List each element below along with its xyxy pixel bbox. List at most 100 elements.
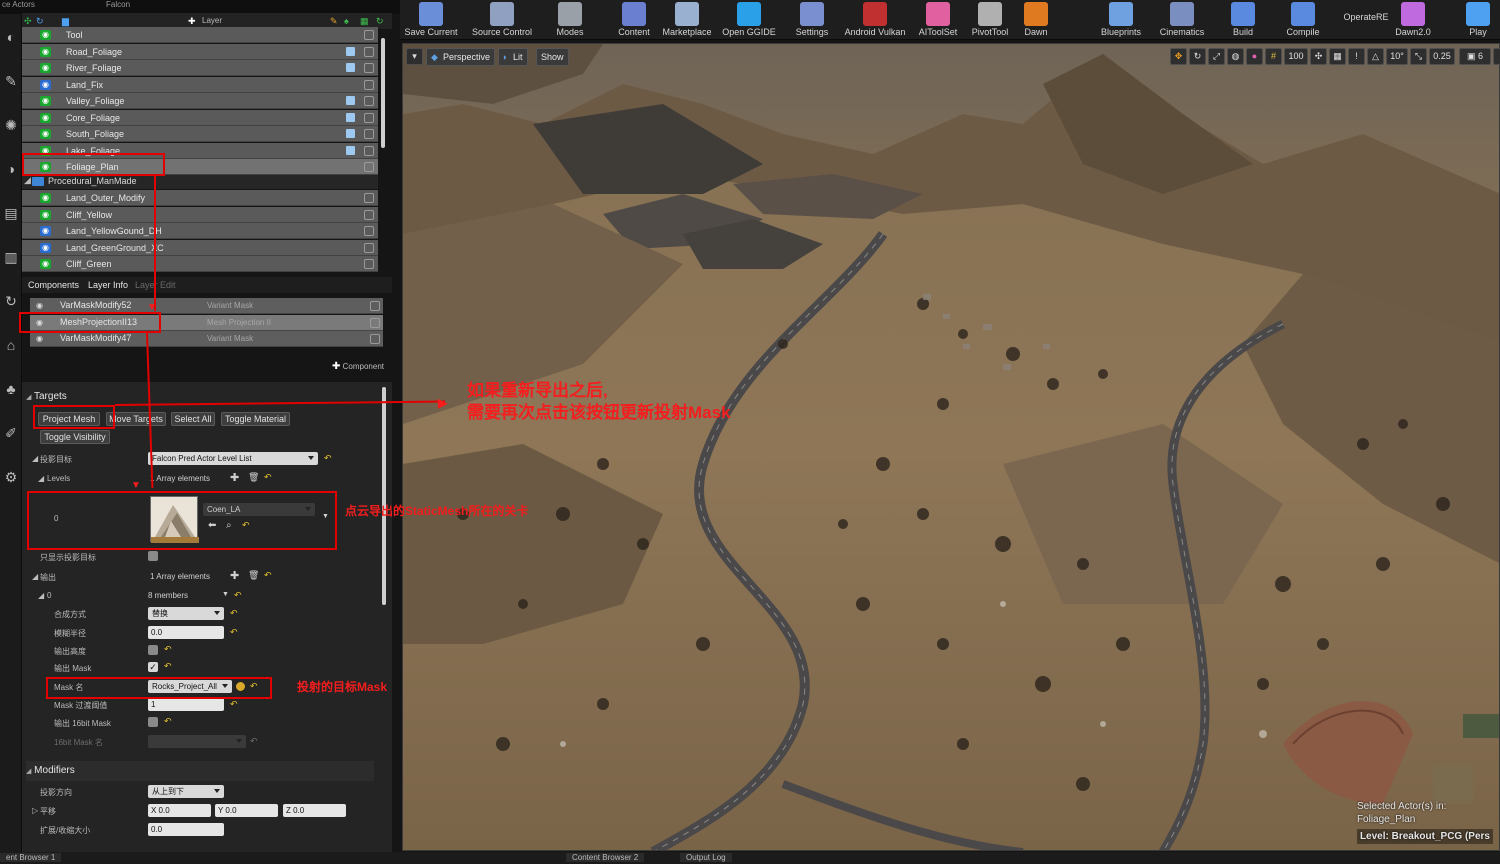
collapse-arrow-icon[interactable]: ◢ — [24, 175, 31, 186]
lit-button[interactable]: ◗ Lit — [498, 48, 528, 66]
brush-icon[interactable]: ✎ — [330, 15, 338, 27]
layer-checkbox[interactable] — [364, 96, 374, 106]
mask-color-icon[interactable] — [235, 681, 246, 692]
layer-checkbox[interactable] — [364, 193, 374, 203]
eye-icon[interactable]: ◉ — [36, 318, 48, 327]
layer-row[interactable]: ◉ Land_Fix — [22, 76, 378, 93]
toolbar-dawn2-0-button[interactable]: Dawn2.0 — [1390, 0, 1436, 40]
perspective-button[interactable]: ◆ Perspective — [426, 48, 496, 66]
eye-icon[interactable]: ◉ — [40, 259, 51, 269]
select-all-button[interactable]: Select All — [171, 412, 215, 426]
eye-icon[interactable]: ◉ — [40, 46, 51, 57]
gear-mode-icon[interactable]: ⚙ — [2, 468, 20, 486]
reset-icon[interactable]: ↶ — [264, 472, 272, 483]
toolbar-marketplace-button[interactable]: Marketplace — [658, 0, 716, 40]
layer-checkbox[interactable] — [364, 226, 374, 236]
show-button[interactable]: Show — [536, 48, 569, 66]
eye-icon[interactable]: ◉ — [40, 30, 51, 40]
add-element-icon[interactable]: ✚ — [230, 569, 239, 582]
reset-icon[interactable]: ↶ — [234, 590, 242, 601]
layer-group-row[interactable]: ◢ Procedural_ManMade — [22, 175, 378, 189]
browse-icon[interactable]: ⌕ — [226, 520, 232, 531]
lock-icon[interactable] — [346, 112, 355, 122]
tab-layer-edit[interactable]: Layer Edit — [135, 280, 176, 290]
translate-x-input[interactable]: X 0.0 — [148, 804, 211, 817]
scale-snap-icon[interactable]: ⤡ — [1410, 48, 1427, 65]
modifiers-section-header[interactable]: ◢ Modifiers — [26, 765, 374, 779]
projection-direction-dropdown[interactable]: 从上到下 — [148, 785, 224, 798]
layer-row[interactable]: ◉ Valley_Foliage — [22, 93, 378, 109]
details-scrollbar[interactable] — [382, 387, 386, 605]
toolbar-blueprints-button[interactable]: Blueprints — [1092, 0, 1150, 40]
layer-checkbox[interactable] — [364, 209, 374, 220]
add-layer-button[interactable]: Layer — [202, 15, 222, 27]
component-checkbox[interactable] — [370, 301, 380, 311]
building-mode-icon[interactable]: ⌂ — [2, 336, 20, 354]
toolbar-dawn-button[interactable]: Dawn — [1016, 0, 1056, 40]
output-height-checkbox[interactable] — [148, 645, 158, 655]
foliage-mode-icon[interactable]: ◑ — [2, 160, 20, 178]
layer-checkbox[interactable] — [364, 242, 374, 253]
reset-icon[interactable]: ↶ — [164, 661, 172, 672]
eye-icon[interactable]: ◉ — [40, 129, 51, 139]
layer-row[interactable]: ◉ Foliage_Plan — [22, 159, 378, 175]
layer-checkbox[interactable] — [364, 46, 374, 57]
refresh-mode-icon[interactable]: ↻ — [2, 292, 20, 310]
grid-snap-value[interactable]: 100 — [1284, 48, 1308, 65]
reset-icon[interactable]: ↶ — [230, 627, 238, 638]
toolbar-cinematics-button[interactable]: Cinematics — [1152, 0, 1212, 40]
rotation-snap-value[interactable]: 10° — [1386, 48, 1408, 65]
toolbar-source-control-button[interactable]: Source Control — [464, 0, 540, 40]
component-row[interactable]: ◉ VarMaskModify52 Variant Mask — [30, 298, 383, 314]
toolbar-play-button[interactable]: Play — [1458, 0, 1498, 40]
layer-row[interactable]: ◉ Road_Foliage — [22, 43, 378, 60]
project-mesh-button[interactable]: Project Mesh — [38, 412, 100, 426]
dropdown-arrow-icon[interactable]: ▼ — [222, 591, 229, 598]
eye-icon[interactable]: ◉ — [40, 96, 51, 106]
lock-icon[interactable] — [346, 129, 355, 138]
eye-icon[interactable]: ◉ — [40, 63, 51, 73]
layer-row[interactable]: ◉ Core_Foliage — [22, 109, 378, 126]
toggle-visibility-button[interactable]: Toggle Visibility — [40, 430, 110, 444]
landscape-mode-icon[interactable]: ✺ — [2, 116, 20, 134]
eye-icon[interactable]: ◉ — [36, 302, 48, 310]
add-element-icon[interactable]: ✚ — [230, 471, 239, 484]
refresh-icon[interactable]: ↻ — [376, 15, 384, 27]
layer-row[interactable]: ◉ Cliff_Yellow — [22, 206, 378, 223]
toolbar-save-current-button[interactable]: Save Current — [400, 0, 462, 40]
targets-section-header[interactable]: ◢ Targets — [26, 391, 374, 405]
lock-icon[interactable] — [346, 96, 355, 105]
mask16-name-dropdown[interactable] — [148, 735, 246, 748]
shuffle-icon[interactable]: ✣ — [24, 15, 32, 27]
scale-snap-value[interactable]: 0.25 — [1429, 48, 1455, 65]
tab-content-browser-2[interactable]: Content Browser 2 — [566, 853, 645, 862]
output-16bit-checkbox[interactable] — [148, 717, 158, 727]
layer-row[interactable]: ◉ Cliff_Green — [22, 256, 378, 272]
collapse-arrow-icon[interactable]: ◢ — [32, 454, 38, 463]
grid-icon[interactable]: ▦ — [1329, 48, 1346, 65]
reset-icon[interactable]: ↶ — [230, 608, 238, 619]
layer-checkbox[interactable] — [364, 112, 374, 123]
camera-speed-button[interactable]: ▣ 6 — [1459, 48, 1491, 65]
toolbar-open-ggide-button[interactable]: Open GGIDE — [718, 0, 780, 40]
component-checkbox[interactable] — [370, 334, 380, 344]
reset-icon[interactable]: ↶ — [164, 644, 172, 655]
layer-checkbox[interactable] — [364, 259, 374, 269]
maximize-viewport-icon[interactable] — [1493, 48, 1500, 65]
place-mode-icon[interactable]: ◐ — [2, 28, 20, 46]
collapse-arrow-icon[interactable]: ◢ — [38, 474, 44, 483]
sync-icon[interactable]: ↻ — [36, 15, 44, 27]
toolbar-compile-button[interactable]: Compile — [1280, 0, 1326, 40]
eye-icon[interactable]: ◉ — [40, 226, 51, 236]
toolbar-build-button[interactable]: Build — [1220, 0, 1266, 40]
rotation-snap-icon[interactable]: ✣ — [1310, 48, 1327, 65]
toolbar-android-vulkan-button[interactable]: Android Vulkan — [840, 0, 910, 40]
toggle-material-button[interactable]: Toggle Material — [221, 412, 290, 426]
reset-icon[interactable]: ↶ — [324, 453, 332, 464]
level-viewport[interactable]: Selected Actor(s) in: Foliage_Plan Level… — [402, 43, 1500, 851]
eye-icon[interactable]: ◉ — [40, 112, 51, 123]
trash-icon[interactable]: 🗑 — [248, 570, 259, 581]
move-targets-button[interactable]: Move Targets — [106, 412, 166, 426]
lock-icon[interactable] — [346, 145, 355, 155]
eye-icon[interactable]: ◉ — [40, 162, 51, 172]
